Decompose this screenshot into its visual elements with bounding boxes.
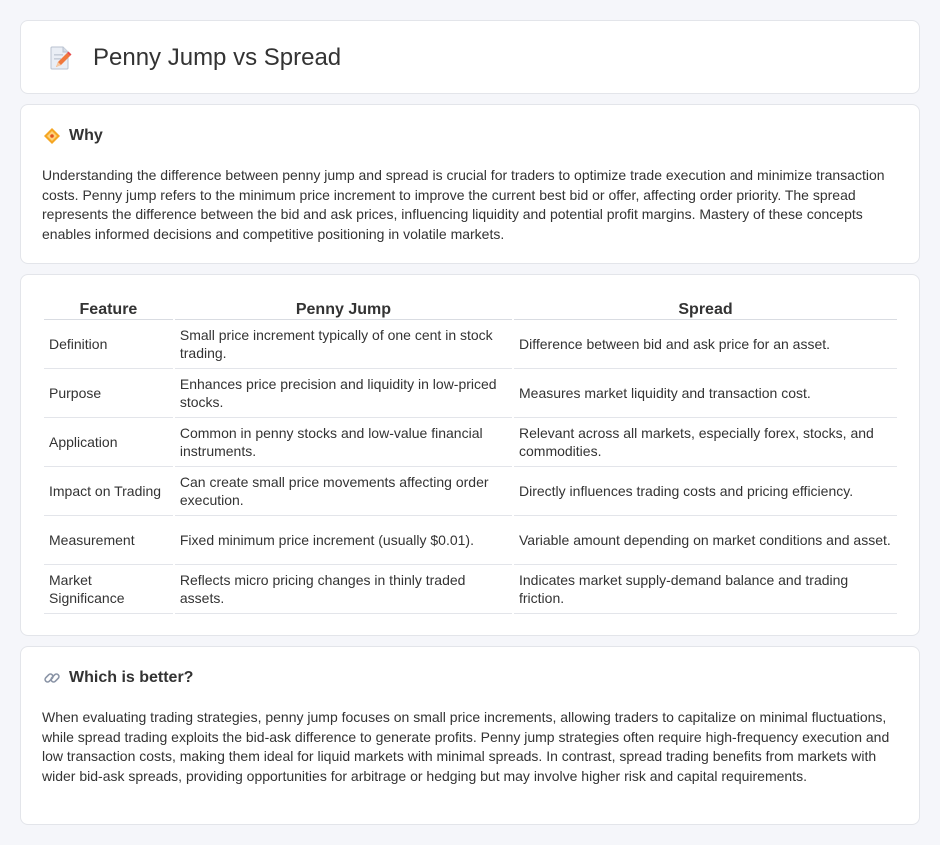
why-title: Why: [69, 127, 103, 144]
better-title: Which is better?: [69, 669, 194, 686]
better-header: Which is better?: [43, 669, 193, 687]
better-text: When evaluating trading strategies, penn…: [42, 709, 890, 784]
title-row: Penny Jump vs Spread: [45, 21, 341, 95]
spread-cell: Relevant across all markets, especially …: [514, 418, 897, 467]
penny-jump-cell: Common in penny stocks and low-value fin…: [174, 418, 512, 467]
why-text: Understanding the difference between pen…: [42, 167, 885, 242]
penny-jump-cell: Reflects micro pricing changes in thinly…: [174, 565, 512, 614]
spread-cell: Indicates market supply-demand balance a…: [514, 565, 897, 614]
comparison-section: Feature Penny Jump Spread Definition Sma…: [20, 274, 920, 636]
why-section: Why Understanding the difference between…: [20, 104, 920, 264]
header-feature: Feature: [44, 297, 173, 320]
table-row: Purpose Enhances price precision and liq…: [44, 369, 897, 418]
why-header: Why: [43, 127, 103, 145]
header-spread: Spread: [514, 297, 897, 320]
spread-cell: Variable amount depending on market cond…: [514, 516, 897, 565]
pencil-document-icon: [50, 46, 72, 70]
link-icon: [44, 673, 60, 683]
table-row: Application Common in penny stocks and l…: [44, 418, 897, 467]
penny-jump-cell: Enhances price precision and liquidity i…: [174, 369, 512, 418]
header-penny-jump: Penny Jump: [174, 297, 512, 320]
table-row: Impact on Trading Can create small price…: [44, 467, 897, 516]
spread-cell: Directly influences trading costs and pr…: [514, 467, 897, 516]
feature-cell: Impact on Trading: [44, 467, 173, 516]
table-row: Definition Small price increment typical…: [44, 320, 897, 369]
comparison-table: Feature Penny Jump Spread Definition Sma…: [42, 297, 899, 614]
penny-jump-cell: Small price increment typically of one c…: [174, 320, 512, 369]
which-is-better-section: Which is better? When evaluating trading…: [20, 646, 920, 825]
feature-cell: Application: [44, 418, 173, 467]
penny-jump-cell: Can create small price movements affecti…: [174, 467, 512, 516]
feature-cell: Market Significance: [44, 565, 173, 614]
spread-cell: Measures market liquidity and transactio…: [514, 369, 897, 418]
table-row: Measurement Fixed minimum price incremen…: [44, 516, 897, 565]
table-row: Market Significance Reflects micro prici…: [44, 565, 897, 614]
feature-cell: Definition: [44, 320, 173, 369]
penny-jump-cell: Fixed minimum price increment (usually $…: [174, 516, 512, 565]
feature-cell: Measurement: [44, 516, 173, 565]
title-card: Penny Jump vs Spread: [20, 20, 920, 94]
table-header-row: Feature Penny Jump Spread: [44, 297, 897, 320]
diamond-sign-icon: [44, 128, 60, 144]
page-title: Penny Jump vs Spread: [93, 44, 342, 71]
spread-cell: Difference between bid and ask price for…: [514, 320, 897, 369]
feature-cell: Purpose: [44, 369, 173, 418]
